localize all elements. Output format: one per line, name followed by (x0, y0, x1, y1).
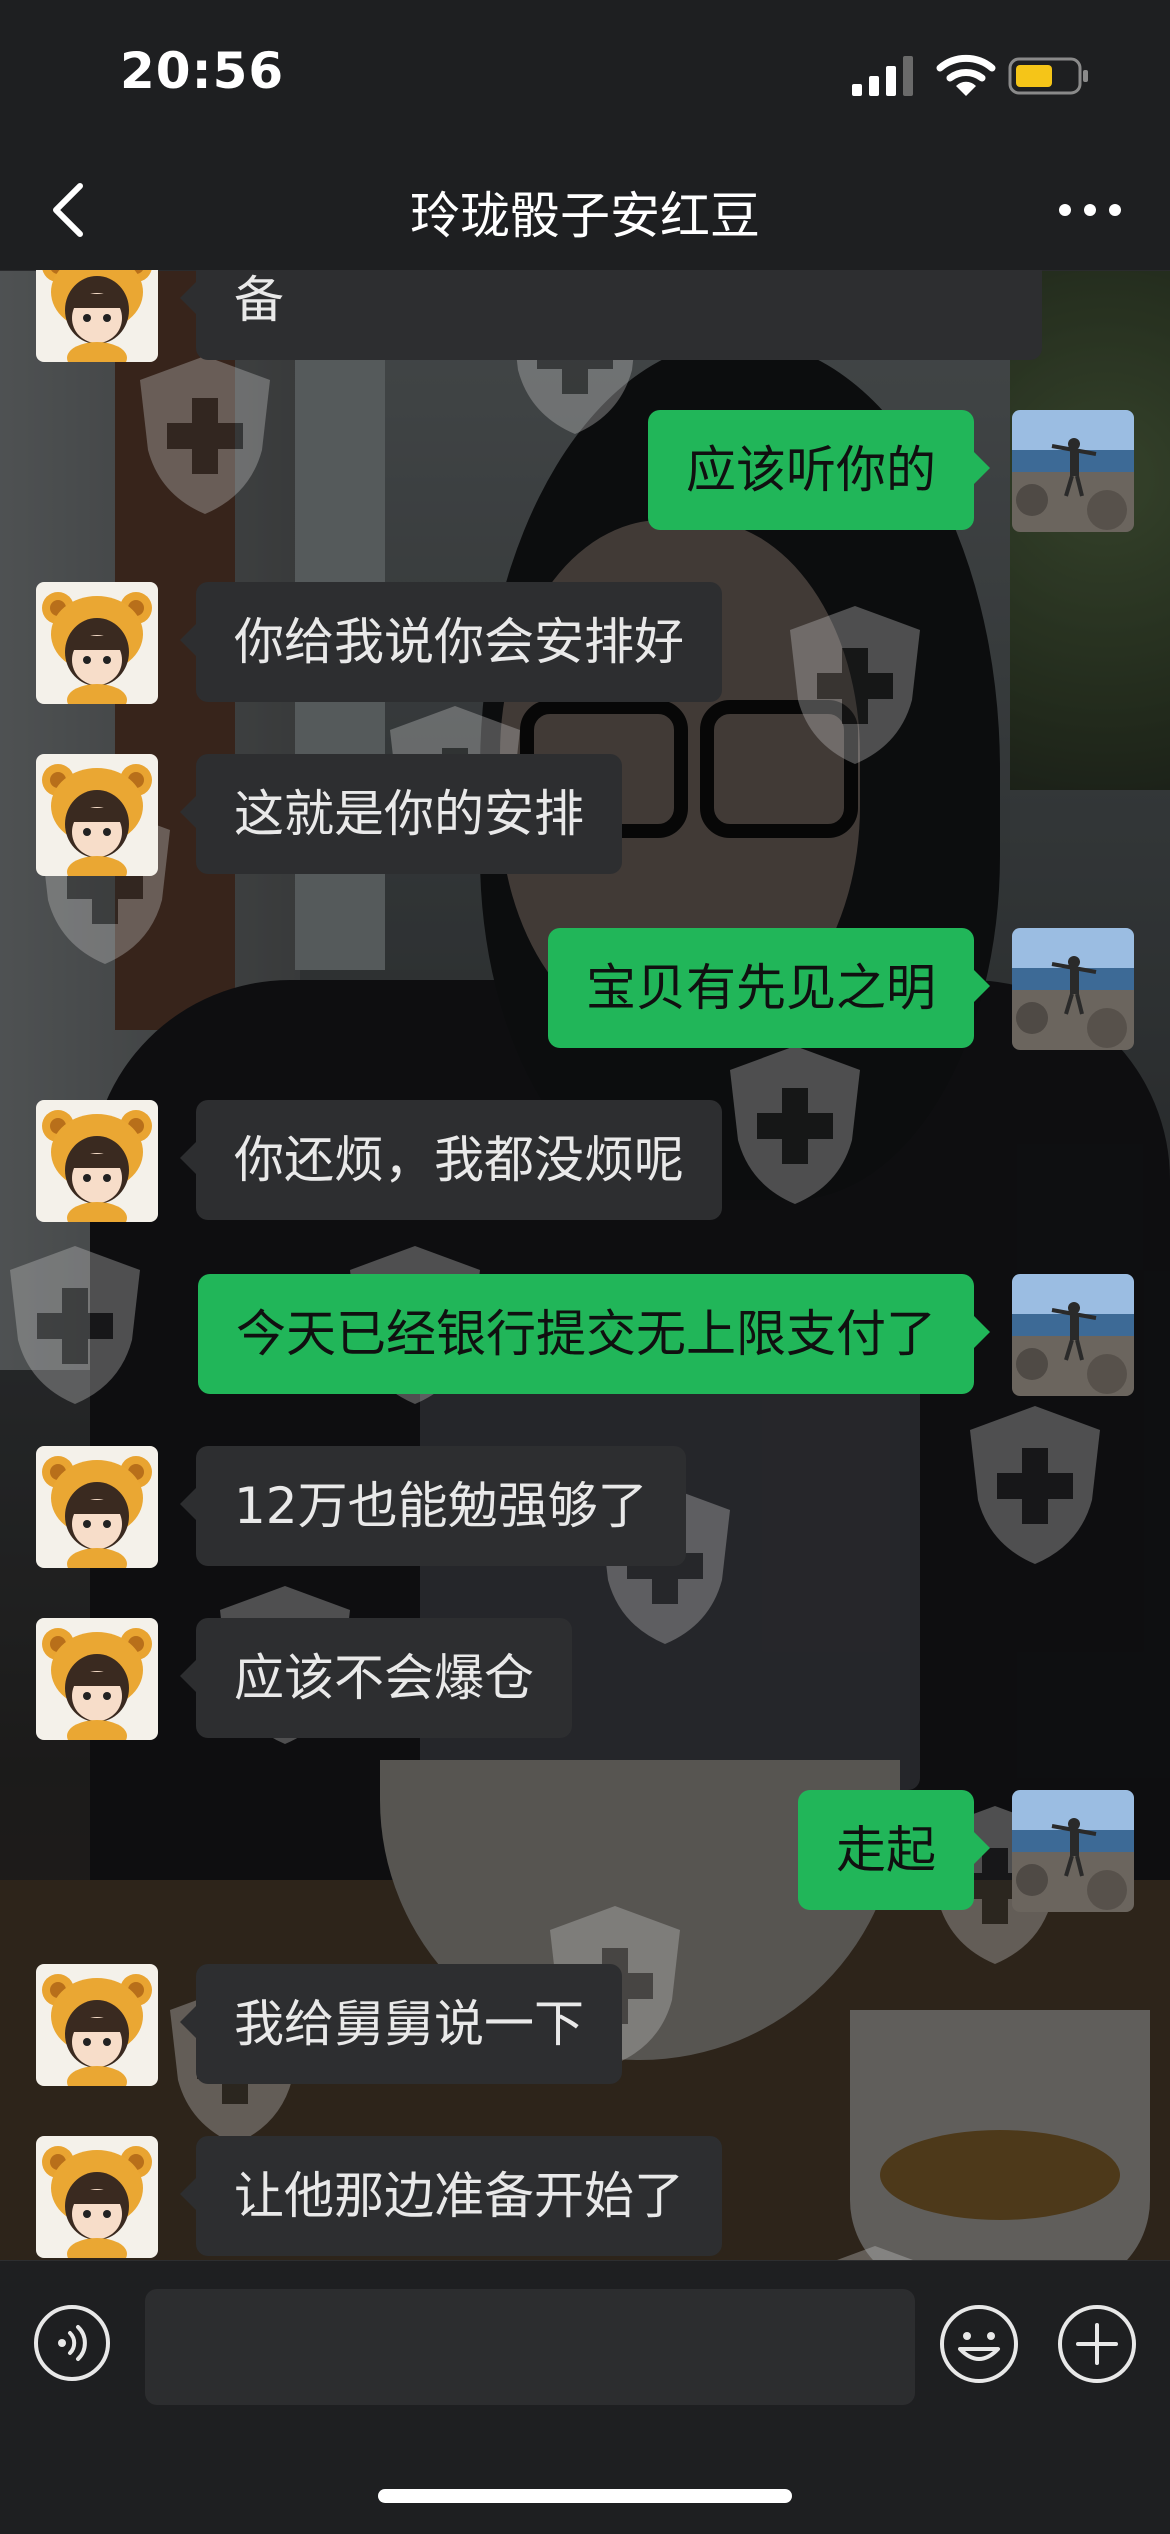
contact-avatar[interactable] (36, 270, 158, 362)
contact-avatar[interactable] (36, 1100, 158, 1222)
contact-avatar[interactable] (36, 582, 158, 704)
message-list[interactable]: 备 应该听你的 你给我说你会安排好 这就是你的安排 宝贝有先见之明 你还烦，我都… (0, 270, 1170, 2260)
message-bubble[interactable]: 12万也能勉强够了 (180, 1446, 686, 1566)
message-bubble[interactable]: 让他那边准备开始了 (180, 2136, 722, 2256)
message-bubble[interactable]: 你还烦，我都没烦呢 (180, 1100, 722, 1220)
status-bar: 20:56 (0, 0, 1170, 150)
message-bubble[interactable]: 应该不会爆仓 (180, 1618, 572, 1738)
my-avatar[interactable] (1012, 410, 1134, 532)
message-bubble[interactable]: 应该听你的 (648, 410, 990, 530)
more-dots-icon[interactable] (1050, 190, 1130, 230)
home-indicator[interactable] (378, 2489, 792, 2503)
message-bubble[interactable]: 你给我说你会安排好 (180, 582, 722, 702)
chat-header: 玲珑骰子安红豆 (0, 150, 1170, 271)
contact-avatar[interactable] (36, 1964, 158, 2086)
cellular-signal-icon (852, 56, 913, 96)
contact-avatar[interactable] (36, 754, 158, 876)
chat-title[interactable]: 玲珑骰子安红豆 (235, 176, 935, 248)
voice-input-icon[interactable] (32, 2303, 112, 2383)
message-bubble[interactable]: 走起 (798, 1790, 990, 1910)
status-time: 20:56 (120, 42, 285, 100)
battery-icon (1008, 57, 1088, 95)
my-avatar[interactable] (1012, 1274, 1134, 1396)
emoji-icon[interactable] (938, 2303, 1020, 2385)
message-bubble[interactable]: 这就是你的安排 (180, 754, 622, 874)
message-bubble[interactable]: 我给舅舅说一下 (180, 1964, 622, 2084)
plus-circle-icon[interactable] (1056, 2303, 1138, 2385)
back-chevron-icon[interactable] (40, 178, 100, 242)
message-bubble[interactable]: 宝贝有先见之明 (548, 928, 990, 1048)
contact-avatar[interactable] (36, 1446, 158, 1568)
my-avatar[interactable] (1012, 1790, 1134, 1912)
message-bubble[interactable]: 备 (180, 270, 1042, 360)
message-bubble[interactable]: 今天已经银行提交无上限支付了 (198, 1274, 990, 1394)
my-avatar[interactable] (1012, 928, 1134, 1050)
contact-avatar[interactable] (36, 1618, 158, 1740)
wifi-icon (936, 54, 996, 96)
contact-avatar[interactable] (36, 2136, 158, 2258)
message-input[interactable] (145, 2289, 915, 2405)
input-bar (0, 2260, 1170, 2533)
